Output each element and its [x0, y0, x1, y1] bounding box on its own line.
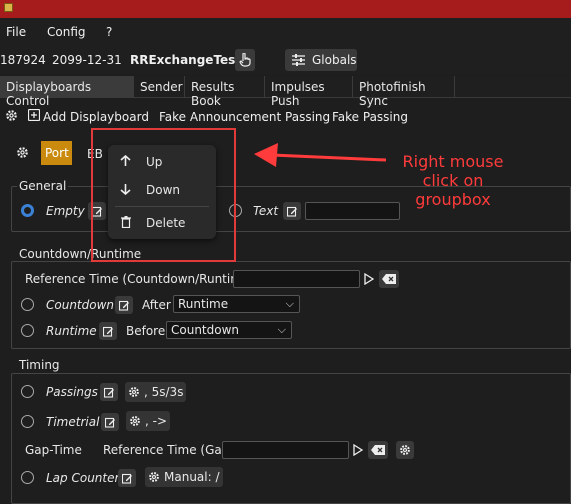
- reference-time-input[interactable]: [233, 270, 360, 288]
- passings-settings-button[interactable]: , 5s/3s: [125, 382, 187, 402]
- edit-countdown-button[interactable]: [115, 296, 133, 314]
- add-square-icon: [28, 109, 40, 121]
- globals-label: Globals: [312, 53, 357, 67]
- before-select-value: Countdown: [171, 323, 240, 337]
- hand-pointer-button[interactable]: [235, 49, 255, 71]
- fake-passing-button[interactable]: Fake Passing: [332, 110, 408, 124]
- edit-icon: [121, 473, 133, 484]
- countdown-radio[interactable]: [21, 298, 34, 311]
- gap-reference-label: Reference Time (Gap): [103, 443, 235, 457]
- gear-icon: [128, 386, 140, 398]
- after-label: After: [142, 298, 171, 312]
- edit-icon: [118, 300, 130, 311]
- gear-icon: [129, 415, 141, 427]
- lap-counter-radio[interactable]: [21, 471, 34, 484]
- passings-radio[interactable]: [21, 385, 34, 398]
- gap-time-label: Gap-Time: [25, 443, 82, 457]
- timetrial-settings-button[interactable]: , ->: [126, 411, 171, 431]
- backspace-icon: [371, 445, 385, 455]
- tab-sender[interactable]: Sender: [134, 76, 185, 98]
- timetrial-label: Timetrial: [46, 415, 100, 429]
- edit-icon: [104, 417, 116, 428]
- annotation-text: Right mouse click on groupbox: [402, 152, 504, 209]
- event-date: 2099-12-31: [52, 53, 122, 67]
- lap-counter-settings-button[interactable]: Manual: /: [145, 467, 223, 487]
- annotation-highlight-box: [91, 128, 236, 262]
- before-label: Before: [126, 324, 166, 338]
- general-title: General: [17, 179, 69, 193]
- text-value-input[interactable]: [305, 202, 400, 220]
- chevron-down-icon: ⌵: [285, 297, 294, 310]
- lap-counter-settings-value: Manual: /: [164, 470, 220, 484]
- annotation-arrow: [254, 143, 387, 167]
- play-icon[interactable]: [364, 273, 374, 285]
- title-bar: [0, 0, 571, 18]
- before-select[interactable]: Countdown ⌵: [166, 321, 292, 339]
- event-id: 187924: [0, 53, 46, 67]
- edit-lap-counter-button[interactable]: [118, 469, 136, 487]
- after-select[interactable]: Runtime ⌵: [173, 295, 300, 313]
- tab-photofinish-sync[interactable]: Photofinish Sync: [353, 76, 455, 108]
- gap-reference-input[interactable]: [222, 441, 349, 459]
- empty-radio[interactable]: [21, 204, 34, 217]
- edit-text-button[interactable]: [283, 202, 301, 220]
- edit-timetrial-button[interactable]: [101, 413, 119, 431]
- clear-reference-button[interactable]: [379, 270, 399, 288]
- backspace-icon: [382, 274, 396, 284]
- after-select-value: Runtime: [178, 297, 229, 311]
- menu-help[interactable]: ?: [106, 25, 112, 39]
- gap-settings-button[interactable]: [396, 441, 414, 459]
- passings-label: Passings: [46, 385, 98, 399]
- empty-label: Empty: [46, 204, 85, 218]
- reference-time-label: Reference Time (Countdown/Runtime): [25, 272, 254, 286]
- tab-impulses-push[interactable]: Impulses Push: [265, 76, 353, 108]
- text-label: Text: [253, 204, 279, 218]
- gear-icon: [399, 444, 411, 456]
- gear-icon: [148, 471, 160, 483]
- timetrial-settings-value: , ->: [145, 414, 168, 428]
- sliders-icon: [292, 54, 305, 66]
- menu-config[interactable]: Config: [47, 25, 86, 39]
- menu-file[interactable]: File: [6, 25, 26, 39]
- menu-bar: [0, 18, 571, 46]
- edit-icon: [103, 387, 115, 398]
- countdown-label: Countdown: [46, 298, 115, 312]
- edit-runtime-button[interactable]: [99, 322, 117, 340]
- clear-gap-button[interactable]: [368, 441, 388, 459]
- settings-gear-icon[interactable]: [5, 109, 18, 122]
- event-name: RRExchangeTest: [130, 53, 242, 67]
- tab-results-book[interactable]: Results Book: [185, 76, 265, 108]
- edit-icon: [102, 326, 114, 337]
- subtab-port[interactable]: Port: [41, 141, 72, 165]
- passings-settings-value: , 5s/3s: [144, 385, 184, 399]
- port-settings-gear-icon[interactable]: [16, 146, 29, 159]
- timetrial-radio[interactable]: [21, 415, 34, 428]
- chevron-down-icon: ⌵: [277, 323, 286, 336]
- add-displayboard-button[interactable]: Add Displayboard: [43, 110, 149, 124]
- play-icon[interactable]: [353, 444, 363, 456]
- edit-icon: [286, 206, 298, 217]
- lap-counter-label: Lap Counter: [46, 471, 120, 485]
- runtime-label: Runtime: [46, 324, 97, 338]
- hand-pointer-icon: [239, 53, 251, 67]
- fake-announcement-passing-button[interactable]: Fake Announcement Passing: [159, 110, 330, 124]
- app-icon: [4, 3, 13, 12]
- edit-passings-button[interactable]: [100, 383, 118, 401]
- timing-title: Timing: [17, 358, 62, 372]
- tab-displayboards-control[interactable]: Displayboards Control: [0, 76, 134, 108]
- runtime-radio[interactable]: [21, 324, 34, 337]
